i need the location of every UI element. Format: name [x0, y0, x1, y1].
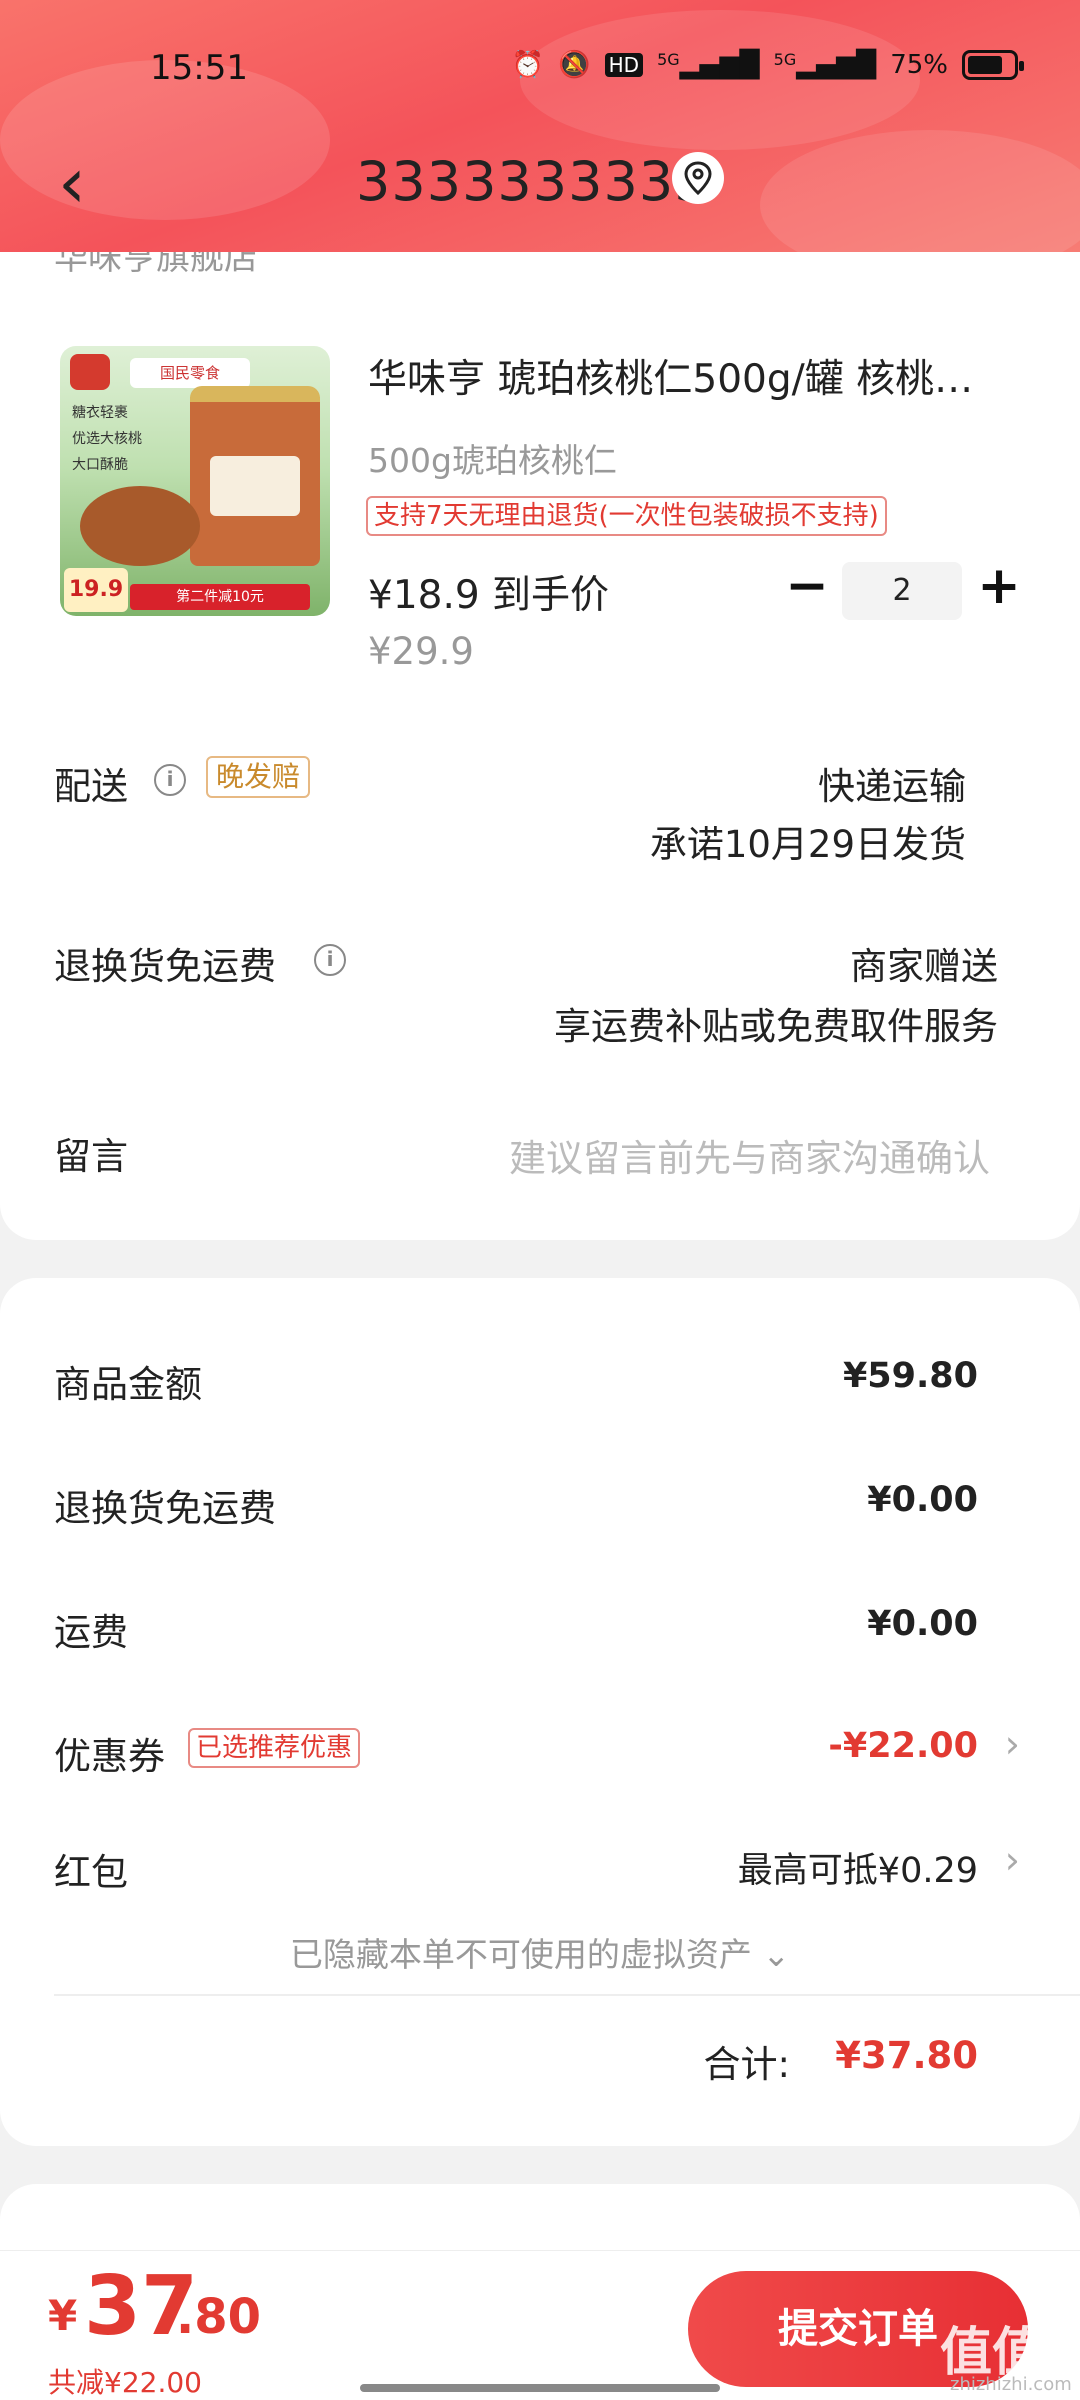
redpacket-label[interactable]: 红包: [54, 1842, 128, 1896]
delivery-method: 快递运输: [818, 765, 966, 808]
quantity-decrease-button[interactable]: −: [782, 558, 832, 618]
divider: [54, 1994, 1080, 1996]
total-discount: 共减¥22.00: [48, 2366, 202, 2399]
shipping-label: 运费: [54, 1611, 128, 1654]
image-promo: 第二件减10元: [130, 584, 310, 610]
quantity-increase-button[interactable]: +: [974, 558, 1024, 618]
late-compensation-tag: 晚发赔: [206, 756, 311, 798]
return-shipping-service: 享运费补贴或免费取件服务: [554, 1005, 998, 1048]
alarm-icon: ⏰: [511, 50, 545, 80]
delivery-promise: 承诺10月29日发货: [649, 823, 966, 866]
walnut-graphic: [80, 486, 200, 566]
chevron-right-icon[interactable]: ›: [1005, 1722, 1020, 1766]
image-bullet: 优选大核桃: [72, 431, 142, 447]
signal-5g-icon: 5G▂▄▆█: [657, 50, 760, 80]
hidden-assets-toggle[interactable]: 已隐藏本单不可使用的虚拟资产 ⌄: [0, 1928, 1080, 1976]
shipping-value: ¥0.00: [867, 1604, 978, 1644]
top-header: 15:51 ⏰ 🔕 HD 5G▂▄▆█ 5G▂▄▆█ 75% ‹ 3333333…: [0, 0, 1080, 280]
info-icon[interactable]: i: [154, 764, 186, 796]
order-item-card: 华味亨旗舰店 国民零食 糖衣轻裹 优选大核桃 大口酥脆 19.9 第二件减10元…: [0, 200, 1080, 1240]
brand-logo: [70, 354, 110, 390]
home-indicator[interactable]: [360, 2384, 720, 2392]
goods-amount-value: ¥59.80: [842, 1356, 978, 1396]
pay-amount-decimal: .80: [176, 2289, 262, 2345]
price-summary-card: 商品金额 ¥59.80 退换货免运费 ¥0.00 运费 ¥0.00 优惠券 已选…: [0, 1278, 1080, 2146]
return-shipping-label: 退换货免运费: [54, 1487, 276, 1530]
total-label: 合计:: [703, 2043, 790, 2086]
status-icons: ⏰ 🔕 HD 5G▂▄▆█ 5G▂▄▆█ 75%: [511, 50, 1024, 80]
hd-icon: HD: [604, 53, 644, 77]
message-input[interactable]: 建议留言前先与商家沟通确认: [509, 1128, 990, 1182]
image-price: 19.9: [64, 568, 128, 612]
total-value: ¥37.80: [835, 2034, 978, 2077]
image-bullet: 糖衣轻裹: [72, 405, 128, 421]
brand-name: 国民零食: [130, 358, 250, 388]
bottom-action-bar: ¥ 37 .80 共减¥22.00 提交订单: [0, 2250, 1080, 2400]
message-label: 留言: [54, 1135, 128, 1178]
original-price: ¥29.9: [368, 630, 474, 673]
coupon-value[interactable]: -¥22.00: [828, 1726, 978, 1766]
product-image[interactable]: 国民零食 糖衣轻裹 优选大核桃 大口酥脆 19.9 第二件减10元: [60, 346, 330, 616]
return-policy-badge: 支持7天无理由退货(一次性包装破损不支持): [366, 496, 887, 536]
image-bullet: 大口酥脆: [72, 457, 128, 473]
goods-amount-label: 商品金额: [54, 1363, 202, 1406]
signal-5g-icon: 5G▂▄▆█: [773, 50, 877, 80]
final-price: ¥18.9 到手价: [368, 573, 610, 618]
redpacket-value[interactable]: 最高可抵¥0.29: [738, 1842, 978, 1893]
jar-label-graphic: [210, 456, 300, 516]
battery-icon: [962, 50, 1024, 80]
return-shipping-value: ¥0.00: [867, 1480, 978, 1520]
quantity-input[interactable]: 2: [842, 562, 962, 620]
currency-symbol: ¥: [48, 2291, 78, 2340]
coupon-label[interactable]: 优惠券: [54, 1726, 165, 1780]
bell-mute-icon: 🔕: [558, 50, 591, 80]
nav-title: 3333333333: [356, 150, 710, 213]
product-spec[interactable]: 500g琥珀核桃仁: [368, 434, 617, 482]
info-icon[interactable]: i: [314, 944, 346, 976]
nav-bar: ‹ 3333333333: [0, 140, 1080, 230]
battery-percent: 75%: [890, 50, 948, 80]
return-shipping-label: 退换货免运费: [54, 945, 276, 988]
product-title[interactable]: 华味亨 琥珀核桃仁500g/罐 核桃…: [368, 348, 1008, 404]
delivery-label: 配送: [54, 765, 128, 808]
watermark-url: zhizhizhi.com: [950, 2374, 1072, 2395]
chevron-right-icon[interactable]: ›: [1005, 1838, 1020, 1882]
location-pin-icon[interactable]: [672, 152, 724, 204]
status-bar: 15:51 ⏰ 🔕 HD 5G▂▄▆█ 5G▂▄▆█ 75%: [0, 40, 1080, 100]
back-chevron-icon[interactable]: ‹: [58, 148, 86, 218]
status-time: 15:51: [150, 48, 248, 88]
return-shipping-value: 商家赠送: [850, 945, 998, 988]
coupon-tag: 已选推荐优惠: [188, 1728, 361, 1768]
